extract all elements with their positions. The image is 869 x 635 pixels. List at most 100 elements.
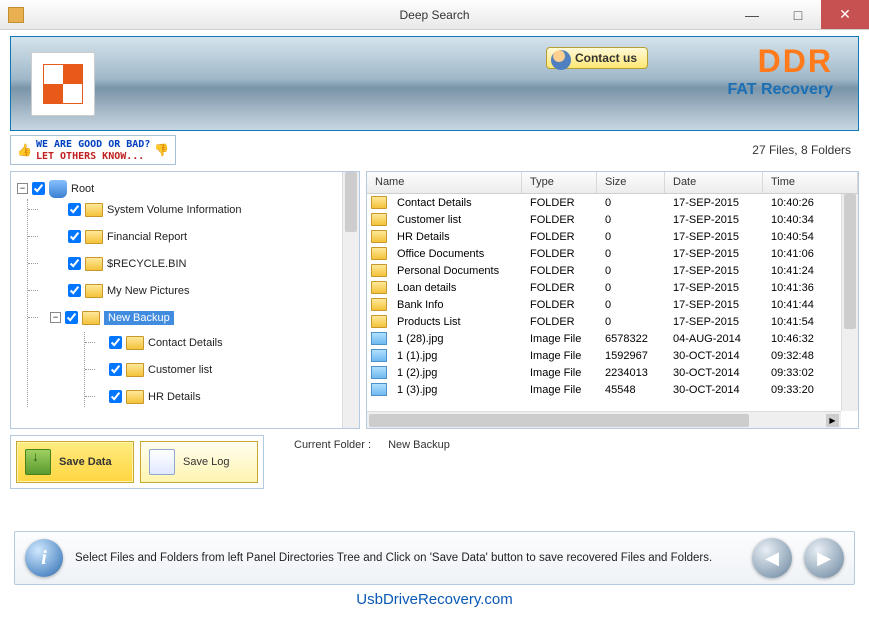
- close-button[interactable]: ✕: [821, 0, 869, 29]
- brand-ddr: DDR: [727, 45, 833, 77]
- tree-item-label[interactable]: HR Details: [148, 391, 201, 403]
- cell-date: 17-SEP-2015: [665, 282, 763, 294]
- list-row[interactable]: 1 (1).jpgImage File159296730-OCT-201409:…: [367, 347, 858, 364]
- window-controls: — □ ✕: [729, 0, 869, 29]
- cell-time: 09:33:20: [763, 384, 822, 396]
- cell-time: 10:46:32: [763, 333, 822, 345]
- list-row[interactable]: Customer listFOLDER017-SEP-201510:40:34: [367, 211, 858, 228]
- cell-type: FOLDER: [522, 231, 597, 243]
- folder-icon: [371, 196, 387, 209]
- tree-item-label[interactable]: $RECYCLE.BIN: [107, 258, 186, 270]
- tree-root-label[interactable]: Root: [71, 183, 94, 195]
- tree-checkbox[interactable]: [109, 390, 122, 403]
- list-header: Name Type Size Date Time: [367, 172, 858, 194]
- cell-size: 45548: [597, 384, 665, 396]
- cell-time: 10:41:36: [763, 282, 822, 294]
- cell-size: 1592967: [597, 350, 665, 362]
- image-icon: [371, 366, 387, 379]
- tree-item-label[interactable]: Contact Details: [148, 337, 223, 349]
- feedback-line2: LET OTHERS KNOW...: [36, 151, 144, 162]
- app-icon: [8, 7, 24, 23]
- tree-item-label[interactable]: Customer list: [148, 364, 212, 376]
- list-row[interactable]: Loan detailsFOLDER017-SEP-201510:41:36: [367, 279, 858, 296]
- footer-link[interactable]: UsbDriveRecovery.com: [0, 591, 869, 608]
- folder-icon: [85, 230, 103, 244]
- cell-type: Image File: [522, 350, 597, 362]
- cell-size: 0: [597, 265, 665, 277]
- tree-checkbox[interactable]: [68, 284, 81, 297]
- folder-icon: [371, 281, 387, 294]
- tree-checkbox[interactable]: [32, 182, 45, 195]
- list-row[interactable]: Products ListFOLDER017-SEP-201510:41:54: [367, 313, 858, 330]
- cell-type: FOLDER: [522, 214, 597, 226]
- cell-size: 0: [597, 299, 665, 311]
- col-type[interactable]: Type: [522, 172, 597, 193]
- forward-button[interactable]: ▶: [804, 538, 844, 578]
- scroll-right-icon[interactable]: ▶: [826, 414, 839, 427]
- expander-icon[interactable]: −: [17, 183, 28, 194]
- list-body: Contact DetailsFOLDER017-SEP-201510:40:2…: [367, 194, 858, 428]
- back-button[interactable]: ◀: [752, 538, 792, 578]
- tree-checkbox[interactable]: [68, 203, 81, 216]
- list-row[interactable]: 1 (2).jpgImage File223401330-OCT-201409:…: [367, 364, 858, 381]
- folder-icon: [371, 315, 387, 328]
- maximize-button[interactable]: □: [775, 0, 821, 29]
- expander-icon[interactable]: −: [50, 312, 61, 323]
- list-row[interactable]: Bank InfoFOLDER017-SEP-201510:41:44: [367, 296, 858, 313]
- cell-date: 17-SEP-2015: [665, 299, 763, 311]
- folder-icon: [126, 336, 144, 350]
- info-icon: i: [25, 539, 63, 577]
- cell-time: 09:33:02: [763, 367, 822, 379]
- col-size[interactable]: Size: [597, 172, 665, 193]
- col-name[interactable]: Name: [367, 172, 522, 193]
- cell-time: 09:32:48: [763, 350, 822, 362]
- cell-size: 0: [597, 316, 665, 328]
- list-row[interactable]: Office DocumentsFOLDER017-SEP-201510:41:…: [367, 245, 858, 262]
- thumbs-up-icon: 👍: [17, 143, 32, 157]
- col-date[interactable]: Date: [665, 172, 763, 193]
- file-list-panel: Name Type Size Date Time Contact Details…: [366, 171, 859, 429]
- cell-name: HR Details: [389, 231, 522, 243]
- list-row[interactable]: 1 (3).jpgImage File4554830-OCT-201409:33…: [367, 381, 858, 398]
- cell-date: 30-OCT-2014: [665, 384, 763, 396]
- tree-checkbox[interactable]: [68, 230, 81, 243]
- minimize-button[interactable]: —: [729, 0, 775, 29]
- scrollbar-thumb[interactable]: [345, 172, 357, 232]
- scrollbar-thumb[interactable]: [369, 414, 749, 427]
- cell-date: 17-SEP-2015: [665, 265, 763, 277]
- tree-item-label[interactable]: My New Pictures: [107, 285, 190, 297]
- cell-type: Image File: [522, 333, 597, 345]
- feedback-link[interactable]: 👍 WE ARE GOOD OR BAD? LET OTHERS KNOW...…: [10, 135, 176, 165]
- cell-size: 0: [597, 282, 665, 294]
- tree-scrollbar[interactable]: [342, 172, 359, 428]
- tree-checkbox[interactable]: [109, 363, 122, 376]
- list-row[interactable]: Personal DocumentsFOLDER017-SEP-201510:4…: [367, 262, 858, 279]
- folder-icon: [85, 203, 103, 217]
- brand-block: DDR FAT Recovery: [727, 45, 833, 99]
- tree-body: − Root System Volume Information Financi…: [11, 172, 342, 428]
- tree-item-label[interactable]: System Volume Information: [107, 204, 242, 216]
- tree-checkbox[interactable]: [65, 311, 78, 324]
- tree-item-selected[interactable]: New Backup: [104, 311, 174, 325]
- folder-icon: [85, 257, 103, 271]
- list-vscrollbar[interactable]: [841, 194, 858, 411]
- contact-us-button[interactable]: Contact us: [546, 47, 648, 69]
- cell-time: 10:40:54: [763, 231, 822, 243]
- save-log-button[interactable]: Save Log: [140, 441, 258, 483]
- cell-date: 30-OCT-2014: [665, 350, 763, 362]
- list-row[interactable]: 1 (28).jpgImage File657832204-AUG-201410…: [367, 330, 858, 347]
- tree-item-label[interactable]: Financial Report: [107, 231, 187, 243]
- scrollbar-thumb[interactable]: [844, 194, 856, 329]
- tree-checkbox[interactable]: [109, 336, 122, 349]
- list-row[interactable]: HR DetailsFOLDER017-SEP-201510:40:54: [367, 228, 858, 245]
- col-time[interactable]: Time: [763, 172, 858, 193]
- list-row[interactable]: Contact DetailsFOLDER017-SEP-201510:40:2…: [367, 194, 858, 211]
- folder-icon: [126, 390, 144, 404]
- cell-time: 10:41:44: [763, 299, 822, 311]
- list-hscrollbar[interactable]: ▶: [367, 411, 841, 428]
- save-data-button[interactable]: Save Data: [16, 441, 134, 483]
- cell-time: 10:41:06: [763, 248, 822, 260]
- cell-name: 1 (28).jpg: [389, 333, 522, 345]
- tree-checkbox[interactable]: [68, 257, 81, 270]
- cell-time: 10:41:54: [763, 316, 822, 328]
